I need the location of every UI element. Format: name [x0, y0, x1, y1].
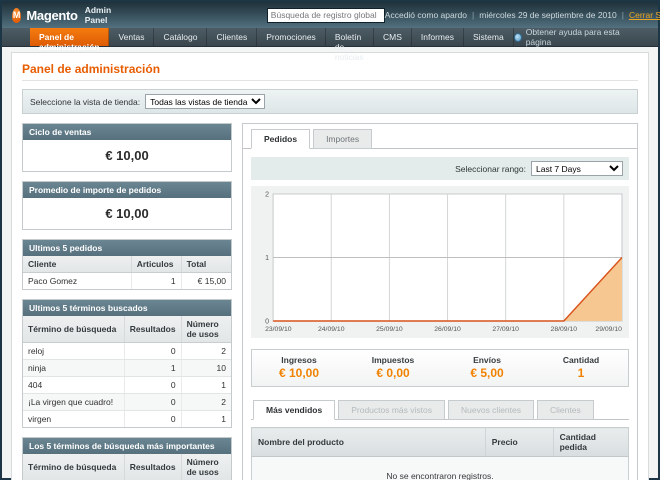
- column-header: Cantidad pedida: [553, 428, 628, 457]
- stat-impuestos: Impuestos€ 0,00: [346, 355, 440, 380]
- page-title: Panel de administración: [22, 62, 638, 81]
- store-switcher-label: Seleccione la vista de tienda:: [30, 97, 140, 107]
- lifetime-sales-box: Ciclo de ventas € 10,00: [22, 123, 232, 172]
- svg-text:24/09/10: 24/09/10: [318, 326, 345, 333]
- stat-cantidad: Cantidad1: [534, 355, 628, 380]
- table-row: ¡La virgen que cuadro!02: [23, 394, 231, 411]
- page: Panel de administración Seleccione la vi…: [2, 47, 658, 480]
- svg-text:28/09/10: 28/09/10: [551, 326, 578, 333]
- svg-text:1: 1: [265, 255, 269, 262]
- last-orders-box: Ultimos 5 pedidos ClienteArticulosTotalP…: [22, 239, 232, 290]
- nav-menu: Panel de administraciónVentasCatálogoCli…: [30, 28, 514, 46]
- logged-in-as: Accedió como apardo: [385, 10, 467, 20]
- magento-logo: M Magento Admin Panel: [12, 5, 117, 25]
- bottom-tab-3: Clientes: [537, 400, 594, 420]
- stat-envíos: Envíos€ 5,00: [440, 355, 534, 380]
- table-row: virgen01: [23, 411, 231, 428]
- box-title: Ciclo de ventas: [23, 124, 231, 140]
- column-header: Cliente: [23, 256, 131, 273]
- nav-item-2[interactable]: Catálogo: [154, 28, 207, 46]
- top-search-terms-table: Término de búsquedaResultadosNúmero de u…: [23, 454, 231, 480]
- main-navigation: Panel de administraciónVentasCatálogoCli…: [2, 28, 658, 47]
- top-search-terms-box: Los 5 términos de búsqueda más important…: [22, 437, 232, 480]
- products-grid: Nombre del productoPrecioCantidad pedida…: [251, 427, 629, 480]
- table-row: 40401: [23, 377, 231, 394]
- magento-logo-icon: M: [12, 8, 21, 23]
- svg-text:2: 2: [265, 192, 269, 199]
- store-switcher-select[interactable]: Todas las vistas de tienda: [145, 94, 265, 109]
- nav-item-6[interactable]: CMS: [374, 28, 412, 46]
- column-header: Resultados: [124, 454, 181, 480]
- svg-text:26/09/10: 26/09/10: [434, 326, 461, 333]
- table-row: Paco Gomez1€ 15,00: [23, 273, 231, 290]
- dashboard-main-panel: Pedidos Importes Seleccionar rango: Last…: [242, 123, 638, 480]
- svg-text:23/09/10: 23/09/10: [265, 326, 292, 333]
- chart-tabs: Pedidos Importes: [243, 124, 637, 149]
- column-header: Resultados: [124, 316, 181, 343]
- nav-item-4[interactable]: Promociones: [257, 28, 326, 46]
- store-view-switcher: Seleccione la vista de tienda: Todas las…: [22, 89, 638, 114]
- column-header: Número de usos: [181, 454, 231, 480]
- column-header: Nombre del producto: [252, 428, 486, 457]
- last-search-terms-box: Ultimos 5 términos buscados Término de b…: [22, 299, 232, 428]
- logo-text: Magento: [26, 8, 77, 23]
- help-link[interactable]: Obtener ayuda para esta página: [514, 28, 630, 46]
- globe-icon: [514, 33, 522, 42]
- range-select[interactable]: Last 7 Days: [531, 161, 623, 176]
- column-header: Articulos: [131, 256, 181, 273]
- nav-item-1[interactable]: Ventas: [109, 28, 154, 46]
- current-date: miércoles 29 de septiembre de 2010: [479, 10, 617, 20]
- nav-item-8[interactable]: Sistema: [464, 28, 514, 46]
- empty-message: No se encontraron registros.: [252, 457, 629, 480]
- nav-item-3[interactable]: Clientes: [207, 28, 257, 46]
- box-title: Promedio de importe de pedidos: [23, 182, 231, 198]
- box-title: Ultimos 5 pedidos: [23, 240, 231, 256]
- table-row: reloj02: [23, 343, 231, 360]
- dashboard-sidebar: Ciclo de ventas € 10,00 Promedio de impo…: [22, 123, 232, 480]
- last-orders-table: ClienteArticulosTotalPaco Gomez1€ 15,00: [23, 256, 231, 289]
- logo-subtitle: Admin Panel: [85, 5, 117, 25]
- svg-text:25/09/10: 25/09/10: [376, 326, 403, 333]
- logout-link[interactable]: Cerrar Sesión: [629, 10, 660, 20]
- bottom-tab-1: Productos más vistos: [338, 400, 445, 420]
- header: M Magento Admin Panel Accedió como apard…: [2, 2, 658, 28]
- empty-row: No se encontraron registros.: [252, 457, 629, 480]
- range-label: Seleccionar rango:: [455, 164, 526, 174]
- content-wrapper: Panel de administración Seleccione la vi…: [11, 52, 649, 480]
- global-search-input[interactable]: [267, 8, 385, 23]
- orders-chart: 0 1 2 23/09/10 24/09/10 25/09/10 26/09/10 27/09…: [251, 186, 629, 340]
- tab-pedidos[interactable]: Pedidos: [251, 129, 310, 149]
- stat-ingresos: Ingresos€ 10,00: [252, 355, 346, 380]
- column-header: Término de búsqueda: [23, 454, 124, 480]
- nav-item-5[interactable]: Boletín de noticias: [326, 28, 374, 46]
- orders-area-chart: 0 1 2 23/09/10 24/09/10 25/09/10 26/09/10 27/09…: [251, 186, 629, 338]
- svg-text:29/09/10: 29/09/10: [595, 326, 622, 333]
- totals-bar: Ingresos€ 10,00Impuestos€ 0,00Envíos€ 5,…: [251, 349, 629, 387]
- nav-item-7[interactable]: Informes: [412, 28, 464, 46]
- tab-importes[interactable]: Importes: [313, 129, 372, 149]
- bottom-tab-0[interactable]: Más vendidos: [253, 400, 335, 420]
- nav-item-0[interactable]: Panel de administración: [30, 28, 109, 46]
- average-orders-box: Promedio de importe de pedidos € 10,00: [22, 181, 232, 230]
- column-header: Total: [181, 256, 231, 273]
- bottom-tabs: Más vendidosProductos más vistosNuevos c…: [251, 400, 629, 420]
- box-title: Ultimos 5 términos buscados: [23, 300, 231, 316]
- box-title: Los 5 términos de búsqueda más important…: [23, 438, 231, 454]
- lifetime-sales-value: € 10,00: [23, 140, 231, 171]
- svg-text:27/09/10: 27/09/10: [492, 326, 519, 333]
- range-toolbar: Seleccionar rango: Last 7 Days: [251, 157, 629, 180]
- column-header: Precio: [485, 428, 553, 457]
- column-header: Término de búsqueda: [23, 316, 124, 343]
- last-search-terms-table: Término de búsquedaResultadosNúmero de u…: [23, 316, 231, 427]
- table-row: ninja110: [23, 360, 231, 377]
- help-label: Obtener ayuda para esta página: [526, 27, 630, 47]
- bottom-tab-2: Nuevos clientes: [448, 400, 534, 420]
- average-orders-value: € 10,00: [23, 198, 231, 229]
- column-header: Número de usos: [181, 316, 231, 343]
- svg-text:0: 0: [265, 319, 269, 326]
- header-user-info: Accedió como apardo | miércoles 29 de se…: [385, 10, 660, 20]
